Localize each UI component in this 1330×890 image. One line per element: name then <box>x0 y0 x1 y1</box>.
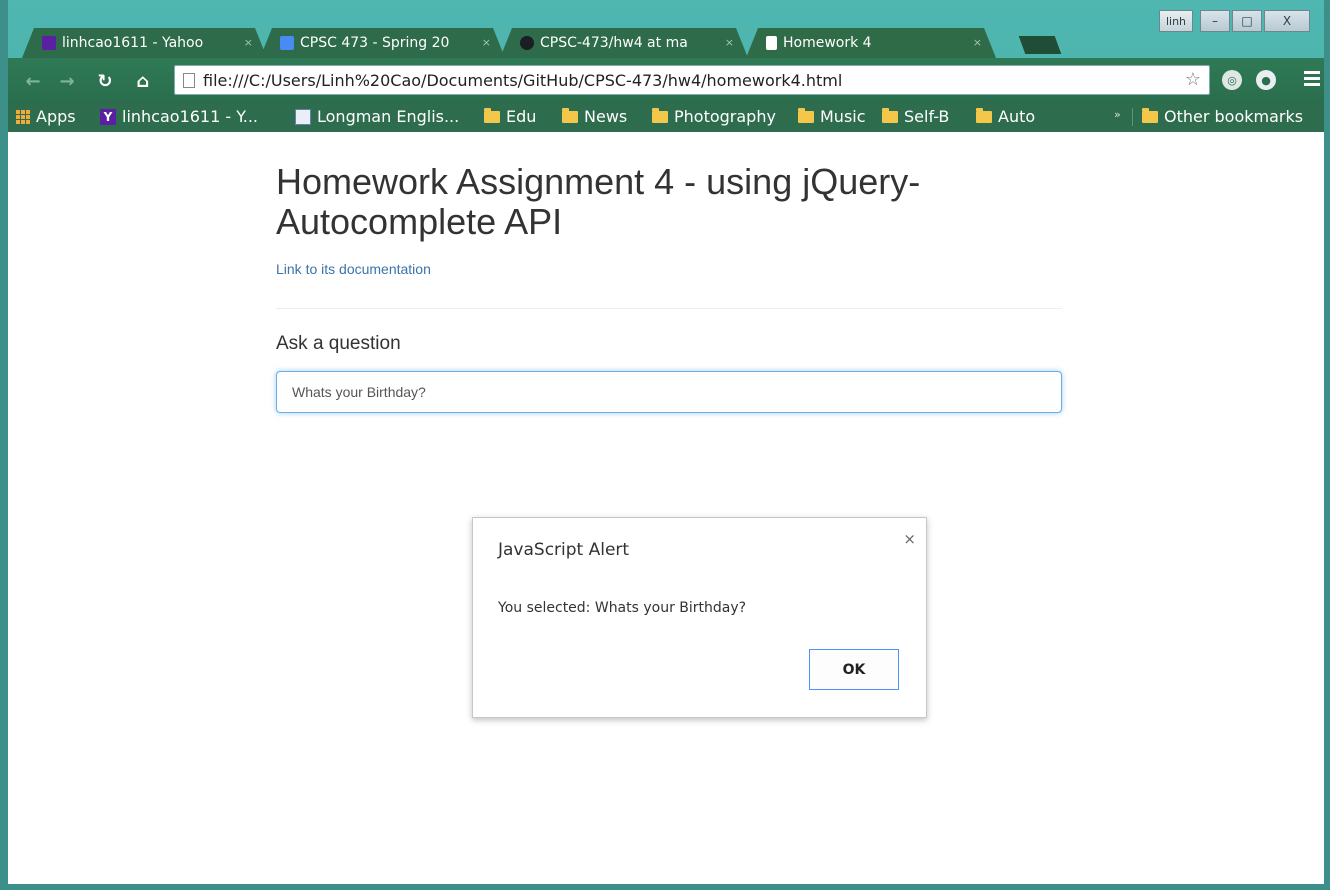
google-docs-icon <box>280 36 294 50</box>
window-border-left <box>0 0 8 890</box>
home-icon[interactable]: ⌂ <box>132 70 154 92</box>
tab-cpsc473-doc[interactable]: CPSC 473 - Spring 20 × <box>260 28 505 58</box>
folder-icon <box>1142 107 1158 123</box>
bookmarks-separator <box>1132 108 1133 126</box>
tab-yahoo[interactable]: linhcao1611 - Yahoo × <box>22 28 267 58</box>
page-title: Homework Assignment 4 - using jQuery-Aut… <box>276 161 921 242</box>
tab-title: linhcao1611 - Yahoo <box>62 35 204 51</box>
bookmark-other-bookmarks[interactable]: Other bookmarks <box>1142 107 1303 126</box>
bookmark-apps[interactable]: Apps <box>16 107 76 126</box>
longman-icon <box>295 108 311 125</box>
folder-icon <box>652 107 668 123</box>
bookmark-label: Auto <box>998 107 1036 126</box>
bookmark-label: Music <box>820 107 866 126</box>
bookmark-folder-news[interactable]: News <box>562 107 627 126</box>
bookmark-label: News <box>584 107 628 126</box>
tab-github-hw4[interactable]: CPSC-473/hw4 at ma × <box>500 28 748 58</box>
maximize-button[interactable]: □ <box>1232 10 1262 32</box>
tab-title: CPSC-473/hw4 at ma <box>540 35 688 51</box>
yahoo-icon: Y <box>100 108 116 125</box>
bookmark-label: Longman Englis... <box>317 107 460 126</box>
tab-close-icon[interactable]: × <box>482 36 491 49</box>
folder-icon <box>976 107 992 123</box>
tab-title: Homework 4 <box>783 35 872 51</box>
url-text: file:///C:/Users/Linh%20Cao/Documents/Gi… <box>203 71 843 90</box>
bookmark-label: Photography <box>674 107 776 126</box>
bookmark-folder-auto[interactable]: Auto <box>976 107 1035 126</box>
divider <box>276 308 1062 309</box>
tab-close-icon[interactable]: × <box>973 36 982 49</box>
folder-icon <box>484 107 500 123</box>
new-tab-button[interactable] <box>1018 36 1062 54</box>
folder-icon <box>798 107 814 123</box>
tab-homework4[interactable]: Homework 4 × <box>746 28 996 58</box>
apps-grid-icon <box>16 109 30 124</box>
minimize-button[interactable]: – <box>1200 10 1230 32</box>
window-border-right <box>1324 0 1330 890</box>
question-input[interactable] <box>276 371 1062 413</box>
alert-message: You selected: Whats your Birthday? <box>498 600 747 616</box>
javascript-alert-dialog: JavaScript Alert × You selected: Whats y… <box>472 517 927 718</box>
bookmark-yahoo[interactable]: Y linhcao1611 - Y... <box>100 107 258 126</box>
alert-title: JavaScript Alert <box>498 540 630 560</box>
documentation-link[interactable]: Link to its documentation <box>276 261 431 277</box>
browser-toolbar: ← → ↻ ⌂ file:///C:/Users/Linh%20Cao/Docu… <box>8 58 1324 102</box>
close-window-button[interactable]: X <box>1264 10 1310 32</box>
reload-icon[interactable]: ↻ <box>94 70 116 92</box>
tab-strip: linhcao1611 - Yahoo × CPSC 473 - Spring … <box>22 24 1082 58</box>
bookmark-folder-edu[interactable]: Edu <box>484 107 536 126</box>
github-icon <box>520 36 534 50</box>
close-icon[interactable]: × <box>903 530 916 548</box>
ask-question-label: Ask a question <box>276 333 401 354</box>
window-controls: – □ X <box>1200 10 1310 32</box>
menu-icon[interactable] <box>1304 71 1320 87</box>
bookmark-folder-photography[interactable]: Photography <box>652 107 776 126</box>
extension-shield-icon[interactable]: ● <box>1256 70 1276 90</box>
address-bar[interactable]: file:///C:/Users/Linh%20Cao/Documents/Gi… <box>174 65 1210 95</box>
folder-icon <box>882 107 898 123</box>
bookmark-label: Other bookmarks <box>1164 107 1304 126</box>
window-border-bottom <box>0 884 1330 890</box>
extension-icon[interactable]: ◎ <box>1222 70 1242 90</box>
tab-title: CPSC 473 - Spring 20 <box>300 35 450 51</box>
bookmarks-bar: Apps Y linhcao1611 - Y... Longman Englis… <box>8 102 1324 132</box>
forward-arrow-icon[interactable]: → <box>56 70 78 92</box>
bookmark-label: Edu <box>506 107 537 126</box>
bookmark-folder-music[interactable]: Music <box>798 107 866 126</box>
back-arrow-icon[interactable]: ← <box>22 70 44 92</box>
bookmark-label: linhcao1611 - Y... <box>122 107 259 126</box>
folder-icon <box>562 107 578 123</box>
bookmarks-overflow-chevron-icon[interactable]: » <box>1114 108 1121 121</box>
bookmark-label: Apps <box>36 107 76 126</box>
bookmark-label: Self-B <box>904 107 950 126</box>
page-content: Homework Assignment 4 - using jQuery-Aut… <box>8 132 1324 884</box>
profile-button[interactable]: linh <box>1159 10 1193 32</box>
bookmark-longman[interactable]: Longman Englis... <box>295 107 459 126</box>
bookmark-star-icon[interactable]: ☆ <box>1185 69 1201 90</box>
page-icon <box>183 73 195 88</box>
yahoo-mail-icon <box>42 36 56 50</box>
page-icon <box>766 36 777 50</box>
tab-close-icon[interactable]: × <box>244 36 253 49</box>
tab-close-icon[interactable]: × <box>725 36 734 49</box>
bookmark-folder-self-b[interactable]: Self-B <box>882 107 949 126</box>
ok-button[interactable]: OK <box>809 649 899 690</box>
